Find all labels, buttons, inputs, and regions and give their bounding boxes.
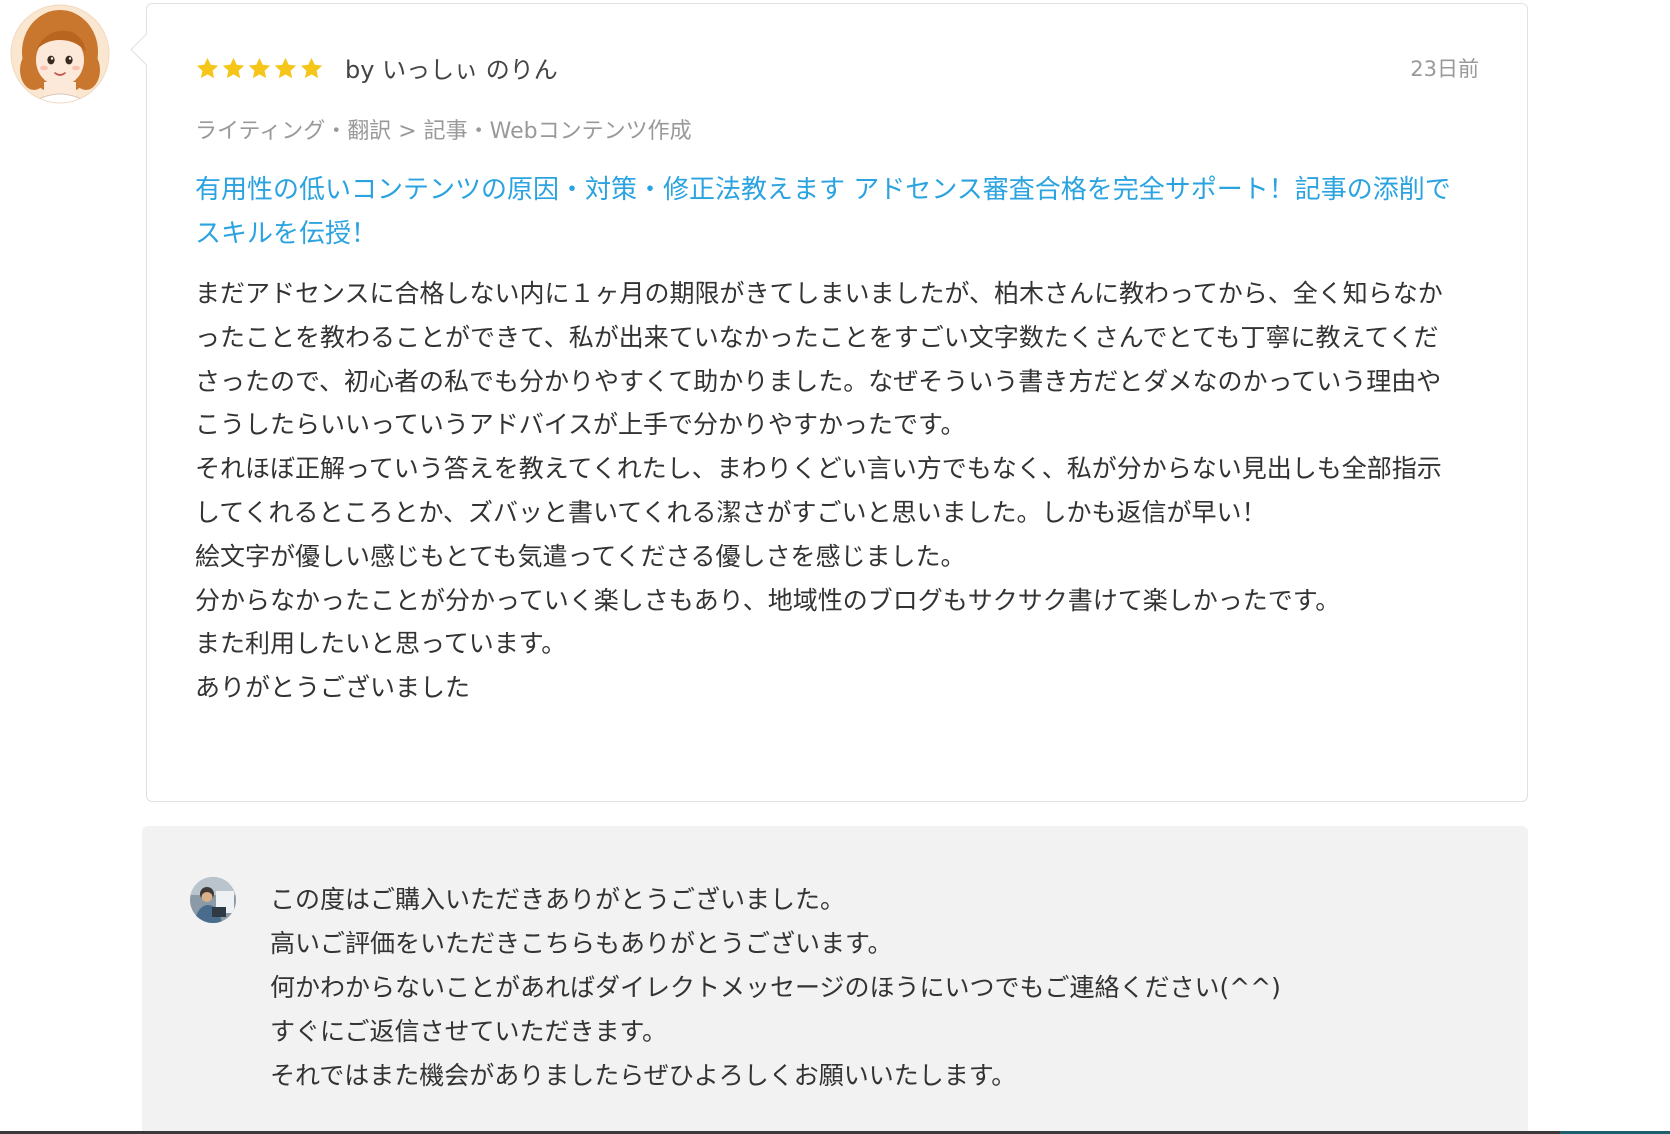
review-paragraph: 分からなかったことが分かっていく楽しさもあり、地域性のブログもサクサク書けて楽し… — [195, 585, 1341, 615]
reply-line: 何かわからないことがあればダイレクトメッセージのほうにいつでもご連絡ください(^… — [270, 973, 1281, 1002]
reply-body: この度はご購入いただきありがとうございました。 高いご評価をいただきこちらもあり… — [270, 878, 1490, 1098]
star-icon — [196, 57, 219, 79]
review-paragraph: それほぼ正解っていう答えを教えてくれたし、まわりくどい言い方でもなく、私が分から… — [195, 454, 1442, 527]
seller-avatar[interactable] — [190, 877, 236, 923]
star-icon — [274, 57, 297, 79]
star-rating — [195, 56, 324, 81]
reviewer-avatar-illustration — [10, 4, 110, 104]
reply-line: この度はご購入いただきありがとうございました。 — [270, 885, 846, 914]
review-paragraph: また利用したいと思っています。 — [195, 629, 567, 659]
reviewer-avatar[interactable] — [10, 4, 110, 104]
seller-photo-avatar — [190, 877, 236, 923]
seller-reply: この度はご購入いただきありがとうございました。 高いご評価をいただきこちらもあり… — [142, 826, 1528, 1134]
reply-line: すぐにご返信させていただきます。 — [270, 1017, 668, 1046]
service-title-link[interactable]: 有用性の低いコンテンツの原因・対策・修正法教えます アドセンス審査合格を完全サポ… — [195, 168, 1455, 256]
review-paragraph: まだアドセンスに合格しない内に１ヶ月の期限がきてしまいましたが、柏木さんに教わっ… — [195, 279, 1443, 440]
review-paragraph: ありがとうございました — [195, 673, 471, 703]
review-body: まだアドセンスに合格しない内に１ヶ月の期限がきてしまいましたが、柏木さんに教わっ… — [195, 272, 1455, 710]
star-icon — [300, 57, 323, 79]
review-paragraph: 絵文字が優しい感じもとても気遣ってくださる優しさを感じました。 — [195, 541, 966, 571]
reviewer-name: by いっしぃ のりん — [345, 56, 558, 84]
star-icon — [248, 57, 271, 79]
category-breadcrumb: ライティング・翻訳 > 記事・Webコンテンツ作成 — [195, 119, 692, 144]
reply-line: 高いご評価をいただきこちらもありがとうございます。 — [270, 929, 893, 958]
review-date: 23日前 — [1410, 57, 1479, 81]
review-card: by いっしぃ のりん 23日前 ライティング・翻訳 > 記事・Webコンテンツ… — [130, 3, 1528, 802]
reply-line: それではまた機会がありましたらぜひよろしくお願いいたします。 — [270, 1061, 1017, 1090]
star-icon — [222, 57, 245, 79]
card-pointer — [130, 33, 163, 66]
